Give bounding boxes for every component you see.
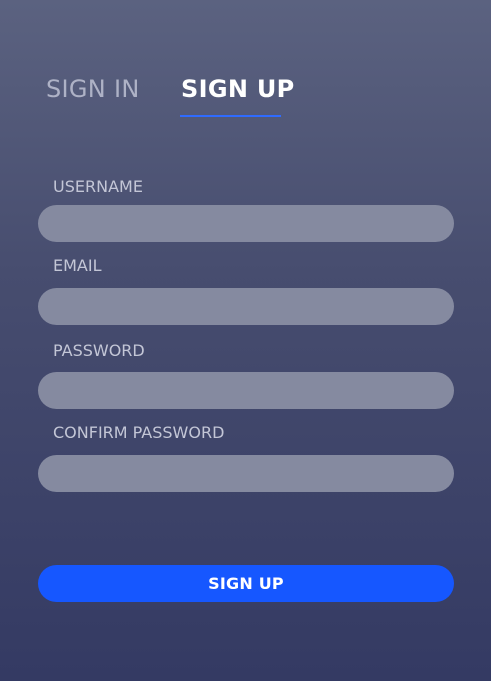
- confirm-password-field[interactable]: [38, 455, 454, 492]
- username-field[interactable]: [38, 205, 454, 242]
- email-label: EMAIL: [53, 256, 102, 275]
- tab-sign-up[interactable]: SIGN UP: [181, 73, 295, 105]
- username-label: USERNAME: [53, 177, 143, 196]
- password-field[interactable]: [38, 372, 454, 409]
- tab-sign-in[interactable]: SIGN IN: [46, 73, 140, 105]
- email-field[interactable]: [38, 288, 454, 325]
- active-tab-underline: [180, 115, 281, 117]
- password-label: PASSWORD: [53, 341, 145, 360]
- confirm-password-label: CONFIRM PASSWORD: [53, 423, 225, 442]
- sign-up-button[interactable]: SIGN UP: [38, 565, 454, 602]
- signup-panel: SIGN IN SIGN UP USERNAME EMAIL PASSWORD …: [0, 0, 491, 681]
